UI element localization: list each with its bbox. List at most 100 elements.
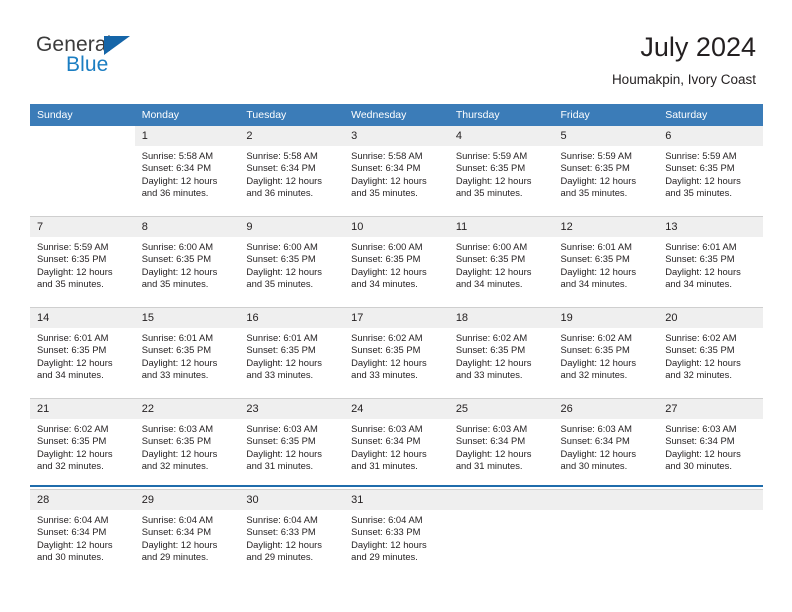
day-number: 12 <box>553 217 659 237</box>
daylight-text-line2: and 32 minutes. <box>560 369 628 381</box>
calendar-day-cell[interactable]: 16 Sunrise: 6:01 AM Sunset: 6:35 PM Dayligh… <box>239 307 345 399</box>
calendar-day-cell[interactable]: 6 Sunrise: 5:59 AM Sunset: 6:35 PM Daylight… <box>658 126 763 217</box>
day-cell-content <box>448 490 554 580</box>
day-number: 1 <box>134 126 240 146</box>
day-sun-info: Sunrise: 6:01 AM Sunset: 6:35 PM Daylight:… <box>135 328 240 382</box>
daylight-text-line1: Daylight: 12 hours <box>246 265 322 277</box>
daylight-text-line1: Daylight: 12 hours <box>351 538 427 550</box>
daylight-text-line1: Daylight: 12 hours <box>246 447 322 459</box>
daylight-text-line1: Daylight: 12 hours <box>665 174 741 186</box>
daylight-text-line1: Daylight: 12 hours <box>665 447 741 459</box>
calendar-day-cell[interactable]: 7 Sunrise: 5:59 AM Sunset: 6:35 PM Daylight… <box>30 216 135 308</box>
sunset-text: Sunset: 6:35 PM <box>665 344 735 356</box>
day-cell-content <box>30 126 135 216</box>
sunrise-text: Sunrise: 6:03 AM <box>665 423 737 434</box>
calendar-day-cell[interactable]: 9 Sunrise: 6:00 AM Sunset: 6:35 PM Daylight… <box>239 216 345 308</box>
day-number: 24 <box>344 399 449 419</box>
day-cell-content: 14 Sunrise: 6:01 AM Sunset: 6:35 PM Dayligh… <box>30 308 135 398</box>
day-cell-content: 6 Sunrise: 5:59 AM Sunset: 6:35 PM Daylight… <box>658 126 763 216</box>
calendar-day-cell[interactable]: 8 Sunrise: 6:00 AM Sunset: 6:35 PM Daylight… <box>134 216 240 308</box>
daylight-text-line2: and 35 minutes. <box>37 278 104 290</box>
sunrise-text: Sunrise: 6:03 AM <box>351 423 423 434</box>
sunset-text: Sunset: 6:35 PM <box>560 253 630 265</box>
daylight-text-line1: Daylight: 12 hours <box>37 265 113 277</box>
calendar-day-cell[interactable]: 24 Sunrise: 6:03 AM Sunset: 6:34 PM Dayligh… <box>344 398 449 490</box>
day-number <box>30 126 135 146</box>
day-sun-info: Sunrise: 6:02 AM Sunset: 6:35 PM Daylight:… <box>554 328 659 382</box>
day-sun-info: Sunrise: 5:59 AM Sunset: 6:35 PM Daylight:… <box>30 237 135 291</box>
daylight-text-line2: and 35 minutes. <box>141 278 209 290</box>
daylight-text-line2: and 29 minutes. <box>246 551 314 563</box>
calendar-day-cell[interactable]: 15 Sunrise: 6:01 AM Sunset: 6:35 PM Dayligh… <box>134 307 240 399</box>
calendar-day-cell[interactable]: 29 Sunrise: 6:04 AM Sunset: 6:34 PM Dayligh… <box>134 489 240 580</box>
sunset-text: Sunset: 6:34 PM <box>246 162 316 174</box>
daylight-text-line1: Daylight: 12 hours <box>455 356 532 368</box>
daylight-text-line1: Daylight: 12 hours <box>351 265 427 277</box>
day-sun-info: Sunrise: 6:01 AM Sunset: 6:35 PM Daylight:… <box>658 237 763 291</box>
sunrise-text: Sunrise: 6:03 AM <box>246 423 318 434</box>
day-sun-info: Sunrise: 6:04 AM Sunset: 6:34 PM Daylight:… <box>30 510 135 564</box>
calendar-day-cell[interactable]: 18 Sunrise: 6:02 AM Sunset: 6:35 PM Dayligh… <box>448 307 554 399</box>
day-number: 10 <box>344 217 449 237</box>
calendar-day-cell[interactable]: 28 Sunrise: 6:04 AM Sunset: 6:34 PM Dayligh… <box>30 489 135 580</box>
calendar-day-cell-empty <box>658 489 763 580</box>
sunset-text: Sunset: 6:35 PM <box>141 435 212 447</box>
calendar-day-cell[interactable]: 1 Sunrise: 5:58 AM Sunset: 6:34 PM Daylight… <box>134 126 240 217</box>
calendar-day-cell[interactable]: 5 Sunrise: 5:59 AM Sunset: 6:35 PM Daylight… <box>553 126 659 217</box>
day-sun-info: Sunrise: 6:03 AM Sunset: 6:35 PM Daylight:… <box>135 419 240 473</box>
day-cell-content: 25 Sunrise: 6:03 AM Sunset: 6:34 PM Dayligh… <box>448 399 554 489</box>
sunset-text: Sunset: 6:35 PM <box>141 344 212 356</box>
day-cell-content: 11 Sunrise: 6:00 AM Sunset: 6:35 PM Dayligh… <box>448 217 554 307</box>
daylight-text-line1: Daylight: 12 hours <box>351 356 427 368</box>
day-cell-content: 4 Sunrise: 5:59 AM Sunset: 6:35 PM Daylight… <box>448 126 554 216</box>
sunset-text: Sunset: 6:34 PM <box>560 435 630 447</box>
day-cell-content: 22 Sunrise: 6:03 AM Sunset: 6:35 PM Dayligh… <box>134 399 240 489</box>
calendar-day-cell[interactable]: 14 Sunrise: 6:01 AM Sunset: 6:35 PM Dayligh… <box>30 307 135 399</box>
sunset-text: Sunset: 6:35 PM <box>665 162 735 174</box>
calendar-day-cell[interactable]: 25 Sunrise: 6:03 AM Sunset: 6:34 PM Dayligh… <box>448 398 554 490</box>
calendar-day-cell[interactable]: 12 Sunrise: 6:01 AM Sunset: 6:35 PM Dayligh… <box>553 216 659 308</box>
sunrise-text: Sunrise: 6:02 AM <box>351 332 423 343</box>
daylight-text-line1: Daylight: 12 hours <box>560 356 637 368</box>
calendar-day-cell[interactable]: 3 Sunrise: 5:58 AM Sunset: 6:34 PM Daylight… <box>344 126 449 217</box>
generalblue-logo[interactable]: General Blue <box>36 33 216 85</box>
calendar-day-cell[interactable]: 10 Sunrise: 6:00 AM Sunset: 6:35 PM Dayligh… <box>344 216 449 308</box>
page-title: July 2024 <box>640 32 756 62</box>
daylight-text-line2: and 30 minutes. <box>37 551 104 563</box>
calendar-day-cell[interactable]: 13 Sunrise: 6:01 AM Sunset: 6:35 PM Dayligh… <box>658 216 763 308</box>
weekday-header-sunday: Sunday <box>30 104 135 126</box>
sunset-text: Sunset: 6:35 PM <box>665 253 735 265</box>
calendar-day-cell[interactable]: 19 Sunrise: 6:02 AM Sunset: 6:35 PM Dayligh… <box>553 307 659 399</box>
day-sun-info: Sunrise: 6:02 AM Sunset: 6:35 PM Daylight:… <box>30 419 135 473</box>
daylight-text-line1: Daylight: 12 hours <box>141 265 218 277</box>
calendar-day-cell[interactable]: 21 Sunrise: 6:02 AM Sunset: 6:35 PM Dayligh… <box>30 398 135 490</box>
sunrise-text: Sunrise: 6:04 AM <box>37 514 109 525</box>
day-number: 18 <box>448 308 554 328</box>
sunset-text: Sunset: 6:34 PM <box>37 526 107 538</box>
day-sun-info: Sunrise: 6:04 AM Sunset: 6:33 PM Daylight:… <box>239 510 344 564</box>
calendar-day-cell[interactable]: 22 Sunrise: 6:03 AM Sunset: 6:35 PM Dayligh… <box>134 398 240 490</box>
calendar-day-cell[interactable]: 23 Sunrise: 6:03 AM Sunset: 6:35 PM Dayligh… <box>239 398 345 490</box>
weekday-header-friday: Friday <box>553 104 659 126</box>
calendar-day-cell[interactable]: 31 Sunrise: 6:04 AM Sunset: 6:33 PM Dayligh… <box>344 489 449 580</box>
calendar-day-cell[interactable]: 20 Sunrise: 6:02 AM Sunset: 6:35 PM Dayligh… <box>658 307 763 399</box>
sunset-text: Sunset: 6:35 PM <box>560 344 630 356</box>
calendar-day-cell[interactable]: 4 Sunrise: 5:59 AM Sunset: 6:35 PM Daylight… <box>448 126 554 217</box>
day-cell-content <box>658 490 763 580</box>
calendar-day-cell[interactable]: 27 Sunrise: 6:03 AM Sunset: 6:34 PM Dayligh… <box>658 398 763 490</box>
calendar-body: 1 Sunrise: 5:58 AM Sunset: 6:34 PM Daylight… <box>30 126 763 580</box>
calendar-day-cell[interactable]: 2 Sunrise: 5:58 AM Sunset: 6:34 PM Daylight… <box>239 126 345 217</box>
daylight-text-line2: and 33 minutes. <box>246 369 314 381</box>
calendar-day-cell[interactable]: 17 Sunrise: 6:02 AM Sunset: 6:35 PM Dayligh… <box>344 307 449 399</box>
calendar-day-cell[interactable]: 30 Sunrise: 6:04 AM Sunset: 6:33 PM Dayligh… <box>239 489 345 580</box>
sunset-text: Sunset: 6:33 PM <box>351 526 421 538</box>
daylight-text-line1: Daylight: 12 hours <box>37 447 113 459</box>
sunrise-text: Sunrise: 5:58 AM <box>141 150 214 161</box>
day-sun-info: Sunrise: 6:04 AM Sunset: 6:33 PM Daylight:… <box>344 510 449 564</box>
sunset-text: Sunset: 6:35 PM <box>37 435 107 447</box>
sunrise-text: Sunrise: 6:01 AM <box>141 332 214 343</box>
sunrise-text: Sunrise: 5:59 AM <box>455 150 528 161</box>
calendar-day-cell[interactable]: 26 Sunrise: 6:03 AM Sunset: 6:34 PM Dayligh… <box>553 398 659 490</box>
calendar-day-cell[interactable]: 11 Sunrise: 6:00 AM Sunset: 6:35 PM Dayligh… <box>448 216 554 308</box>
weekday-header-tuesday: Tuesday <box>239 104 345 126</box>
